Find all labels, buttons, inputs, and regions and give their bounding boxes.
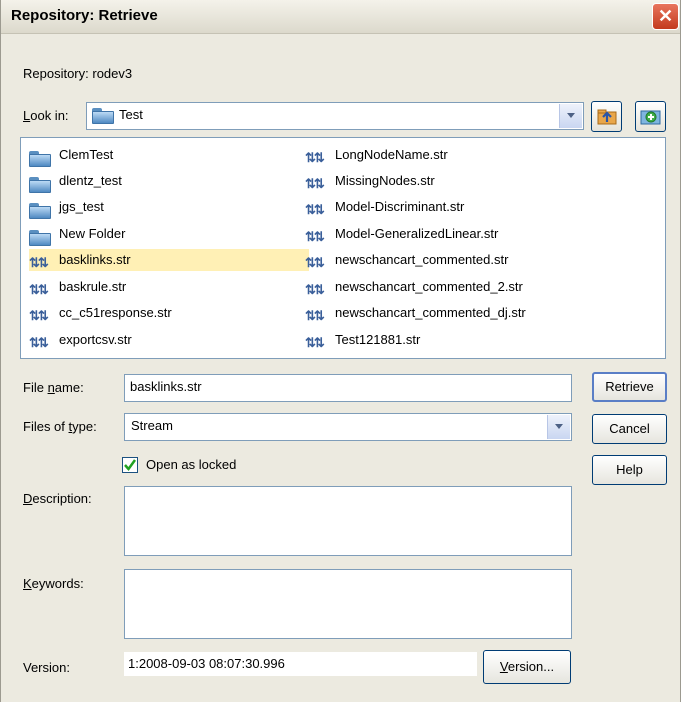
stream-file-icon: ⇅⇅	[305, 255, 325, 270]
list-item[interactable]: ⇅⇅ LongNodeName.str	[305, 144, 454, 166]
folder-up-button[interactable]	[591, 101, 622, 132]
repository-label: Repository: rodev3	[23, 66, 133, 81]
retrieve-dialog: Repository: Retrieve ✕ Repository: rodev…	[0, 0, 681, 702]
list-item[interactable]: ⇅⇅ baskrule.str	[29, 276, 132, 298]
new-folder-button[interactable]	[635, 101, 666, 132]
list-item[interactable]: ⇅⇅ cc_c51response.str	[29, 302, 178, 324]
stream-file-icon: ⇅⇅	[305, 202, 325, 217]
list-item[interactable]: ⇅⇅ Model-Discriminant.str	[305, 196, 470, 218]
file-name-field[interactable]: basklinks.str	[124, 374, 572, 402]
open-as-locked-checkbox[interactable]	[122, 457, 138, 473]
version-label: Version:	[23, 660, 70, 675]
look-in-value: Test	[119, 107, 143, 122]
list-item[interactable]: jgs_test	[29, 196, 110, 219]
help-button[interactable]: Help	[592, 455, 667, 485]
stream-file-icon: ⇅⇅	[29, 282, 49, 297]
open-as-locked-label: Open as locked	[146, 457, 237, 472]
look-in-dropdown[interactable]: Test	[86, 102, 584, 130]
list-item[interactable]: ⇅⇅ newschancart_commented_dj.str	[305, 302, 532, 324]
stream-file-icon: ⇅⇅	[305, 150, 325, 165]
list-item[interactable]: ⇅⇅ exportcsv.str	[29, 329, 138, 351]
description-field[interactable]	[124, 486, 572, 556]
stream-file-icon: ⇅⇅	[29, 335, 49, 350]
cancel-button[interactable]: Cancel	[592, 414, 667, 444]
list-item[interactable]: ClemTest	[29, 144, 119, 167]
folder-icon	[29, 150, 51, 167]
file-list[interactable]: ClemTest dlentz_test jgs_test New Folder…	[20, 137, 666, 359]
keywords-label: Keywords:	[23, 576, 84, 591]
title-bar[interactable]: Repository: Retrieve ✕	[1, 0, 680, 34]
list-item[interactable]: ⇅⇅ Model-GeneralizedLinear.str	[305, 223, 504, 245]
folder-up-icon	[597, 109, 617, 125]
look-in-label: Look in:	[23, 108, 69, 123]
list-item-selected[interactable]: ⇅⇅ basklinks.str	[29, 249, 309, 271]
chevron-down-icon[interactable]	[547, 415, 570, 439]
checkmark-icon	[124, 459, 137, 472]
list-item[interactable]: ⇅⇅ newschancart_commented_2.str	[305, 276, 529, 298]
description-label: Description:	[23, 491, 92, 506]
version-value-box: 1:2008-09-03 08:07:30.996	[124, 652, 477, 676]
dialog-title: Repository: Retrieve	[11, 7, 158, 24]
stream-file-icon: ⇅⇅	[29, 308, 49, 323]
list-item[interactable]: ⇅⇅ newschancart_commented.str	[305, 249, 514, 271]
stream-file-icon: ⇅⇅	[305, 335, 325, 350]
folder-icon	[29, 176, 51, 193]
chevron-down-icon[interactable]	[559, 104, 582, 128]
stream-file-icon: ⇅⇅	[305, 308, 325, 323]
folder-icon	[29, 202, 51, 219]
files-of-type-dropdown[interactable]: Stream	[124, 413, 572, 441]
list-item[interactable]: New Folder	[29, 223, 131, 246]
close-icon[interactable]: ✕	[652, 3, 679, 30]
stream-file-icon: ⇅⇅	[305, 176, 325, 191]
list-item[interactable]: ⇅⇅ MissingNodes.str	[305, 170, 441, 192]
file-name-label: File name:	[23, 380, 84, 395]
list-item[interactable]: ⇅⇅ Test121881.str	[305, 329, 426, 351]
files-of-type-label: Files of type:	[23, 419, 97, 434]
keywords-field[interactable]	[124, 569, 572, 639]
folder-icon	[92, 108, 114, 124]
retrieve-button[interactable]: Retrieve	[592, 372, 667, 402]
version-button[interactable]: Version...	[483, 650, 571, 684]
stream-file-icon: ⇅⇅	[305, 229, 325, 244]
folder-icon	[29, 229, 51, 246]
stream-file-icon: ⇅⇅	[29, 255, 49, 270]
stream-file-icon: ⇅⇅	[305, 282, 325, 297]
list-item[interactable]: dlentz_test	[29, 170, 128, 193]
new-folder-icon	[640, 110, 661, 125]
